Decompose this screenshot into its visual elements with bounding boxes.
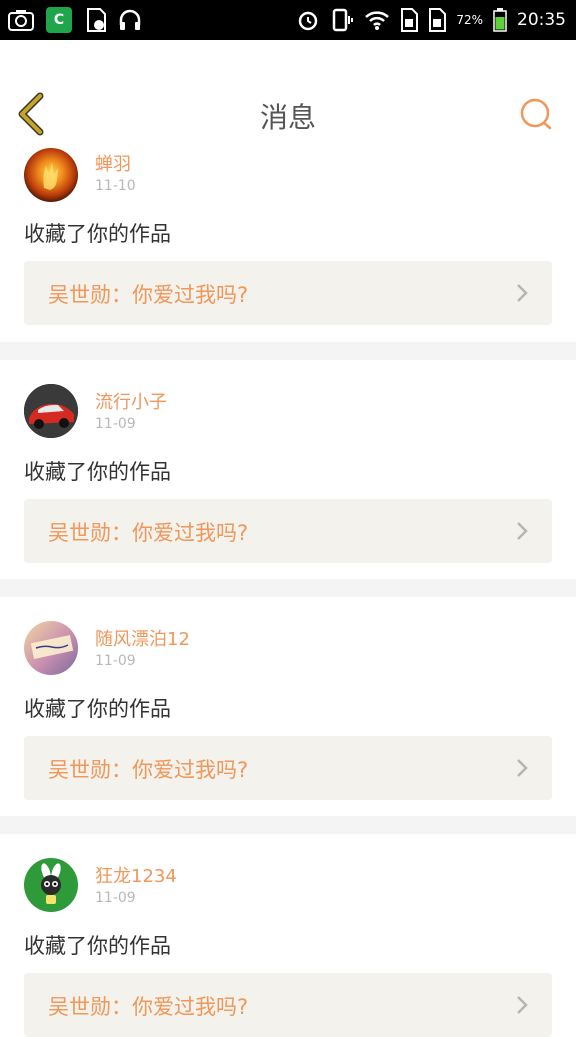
quoted-work-title: 吴世勋：你爱过我吗? [48,758,249,782]
headphones-icon [118,9,142,31]
chevron-right-icon [517,996,528,1014]
sim2-icon [428,8,447,32]
message-date: 11-09 [95,890,136,906]
username[interactable]: 随风漂泊12 [95,625,190,651]
quoted-work-title: 吴世勋：你爱过我吗? [48,521,249,545]
chevron-right-icon [517,522,528,540]
chevron-right-icon [517,759,528,777]
message-date: 11-10 [95,178,136,194]
message-action: 收藏了你的作品 [24,697,171,721]
quoted-work-title: 吴世勋：你爱过我吗? [48,995,249,1019]
quoted-work[interactable]: 吴世勋：你爱过我吗? [24,261,552,325]
vibrate-icon [330,8,354,32]
alarm-icon [296,8,320,32]
message-card: 流行小子 11-09 收藏了你的作品 吴世勋：你爱过我吗? [0,360,576,579]
avatar[interactable] [24,384,78,438]
username[interactable]: 蝉羽 [95,150,131,176]
battery-percent: 72% [456,13,483,27]
search-button[interactable] [518,96,554,132]
app-badge-icon: C [46,7,72,33]
message-action: 收藏了你的作品 [24,222,171,246]
quoted-work[interactable]: 吴世勋：你爱过我吗? [24,499,552,563]
avatar[interactable] [24,858,78,912]
header-bar: 消息 [0,40,576,149]
divider [0,816,576,834]
message-action: 收藏了你的作品 [24,934,171,958]
message-list: 蝉羽 11-10 收藏了你的作品 吴世勋：你爱过我吗? 流行小子 11-09 收… [0,148,576,1037]
battery-icon [493,8,507,32]
message-action: 收藏了你的作品 [24,460,171,484]
clock: 20:35 [517,10,566,30]
status-bar: C 72% 20:35 [0,0,576,40]
avatar[interactable] [24,621,78,675]
username[interactable]: 狂龙1234 [95,862,177,888]
message-date: 11-09 [95,653,136,669]
divider [0,579,576,597]
message-card: 随风漂泊12 11-09 收藏了你的作品 吴世勋：你爱过我吗? [0,597,576,816]
page-title: 消息 [259,101,316,134]
wifi-icon [364,9,390,31]
search-icon [520,98,552,130]
divider [0,342,576,360]
chevron-right-icon [517,284,528,302]
username[interactable]: 流行小子 [95,388,167,414]
sim-icon [400,8,419,32]
quoted-work-title: 吴世勋：你爱过我吗? [48,283,249,307]
message-card: 蝉羽 11-10 收藏了你的作品 吴世勋：你爱过我吗? [0,148,576,342]
avatar[interactable] [24,148,78,202]
quoted-work[interactable]: 吴世勋：你爱过我吗? [24,736,552,800]
sd-card-icon [84,8,106,32]
quoted-work[interactable]: 吴世勋：你爱过我吗? [24,973,552,1037]
camera-icon [8,9,34,31]
message-date: 11-09 [95,416,136,432]
message-card: 狂龙1234 11-09 收藏了你的作品 吴世勋：你爱过我吗? [0,834,576,1037]
